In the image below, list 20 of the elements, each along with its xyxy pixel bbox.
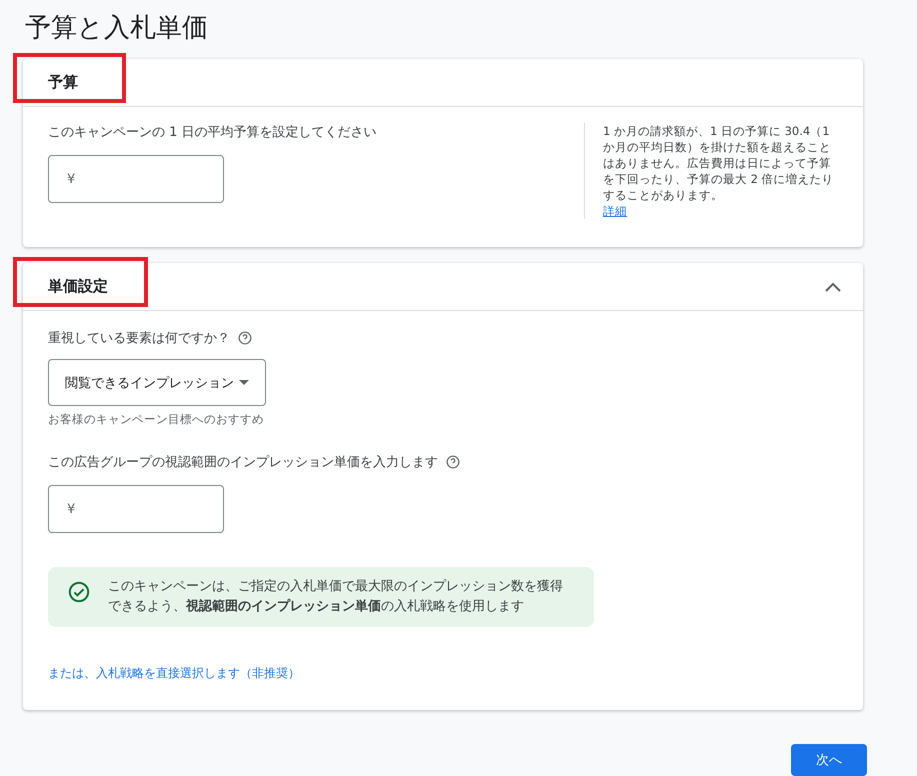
- section-title: 予算: [48, 73, 78, 92]
- budget-note: 1 か月の請求額が、1 日の予算に 30.4（1 か月の平均日数）を掛けた額を超えることはありません。広告費用は日によって予算を下回ったり、予算の最大 2 倍に増えたりすることがあります。: [603, 124, 834, 202]
- focus-dropdown[interactable]: 閲覧できるインプレッション: [48, 359, 266, 406]
- check-circle-icon: [68, 581, 90, 603]
- field-label: この広告グループの視認範囲のインプレッション単価を入力します: [48, 454, 438, 471]
- field-label: 重視している要素は何ですか？: [48, 330, 230, 347]
- budget-input-field[interactable]: ¥: [48, 155, 224, 203]
- field-label: このキャンペーンの 1 日の平均予算を設定してください: [48, 124, 378, 141]
- help-icon[interactable]: [446, 455, 460, 469]
- help-icon[interactable]: [238, 331, 252, 345]
- field-hint: お客様のキャンペーン目標へのおすすめ: [48, 412, 265, 427]
- strategy-link[interactable]: または、入札戦略を直接選択します（非推奨）: [48, 665, 838, 682]
- next-button[interactable]: 次へ: [791, 744, 867, 776]
- page-title: 予算と入札単価: [25, 12, 209, 45]
- dropdown-caret-icon: [239, 380, 249, 385]
- cpm-input-field[interactable]: ¥: [48, 485, 224, 533]
- collapse-chevron-icon[interactable]: [825, 282, 841, 292]
- info-text: このキャンペーンは、ご指定の入札単価で最大限のインプレッション数を獲得できるよう、視認範囲のインプレッション単価の入札戦略を使用します: [108, 578, 564, 616]
- details-link[interactable]: 詳細: [603, 204, 627, 218]
- section-title: 単価設定: [48, 277, 108, 296]
